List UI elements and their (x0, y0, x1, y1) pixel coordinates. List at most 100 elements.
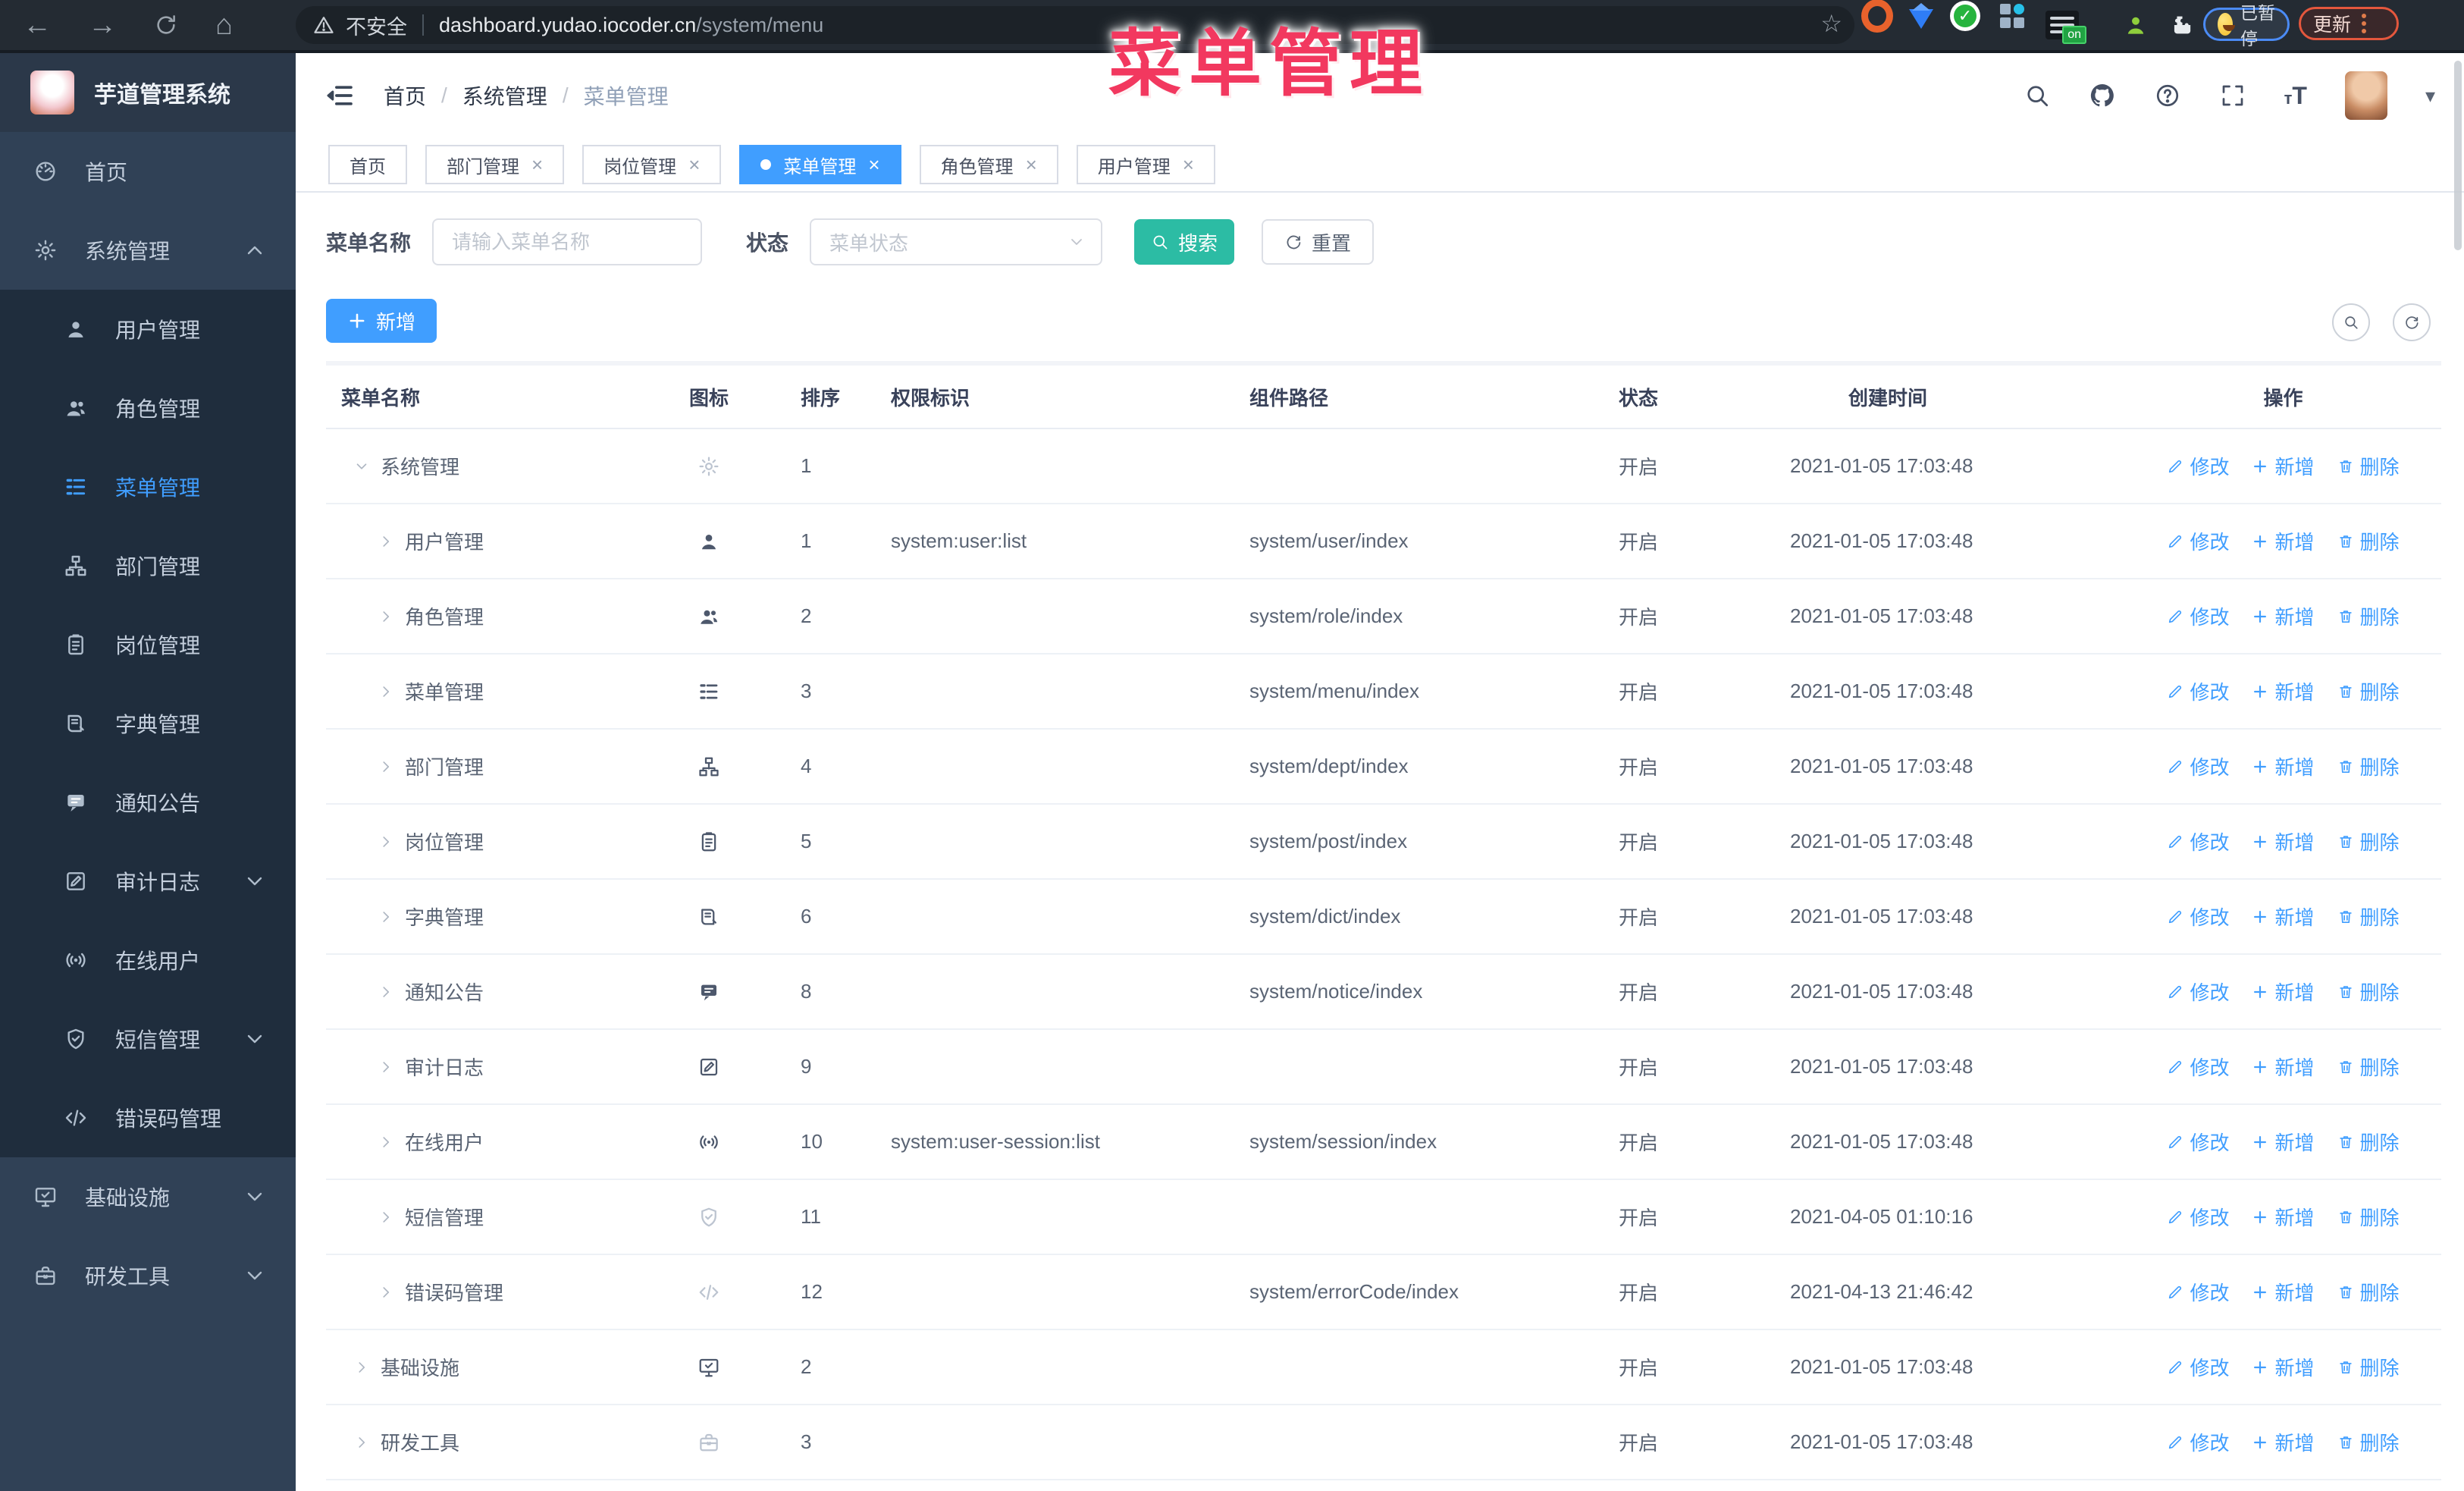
extension-gem-icon[interactable] (1905, 0, 1937, 32)
breadcrumb-item[interactable]: 系统管理 (462, 80, 547, 111)
sidebar-item-系统管理[interactable]: 系统管理 (0, 211, 296, 290)
forward-icon[interactable]: → (88, 9, 117, 42)
edit-link[interactable]: 修改 (2167, 1128, 2229, 1156)
sidebar-item-在线用户[interactable]: 在线用户 (0, 921, 296, 1000)
add-link[interactable]: 新增 (2252, 677, 2315, 705)
delete-link[interactable]: 删除 (2337, 1428, 2400, 1456)
security-label[interactable]: 不安全 (346, 11, 407, 40)
add-link[interactable]: 新增 (2252, 902, 2315, 931)
tab-用户管理[interactable]: 用户管理 × (1076, 145, 1215, 184)
delete-link[interactable]: 删除 (2337, 752, 2400, 780)
delete-link[interactable]: 删除 (2337, 1128, 2400, 1156)
delete-link[interactable]: 删除 (2337, 1203, 2400, 1231)
home-icon[interactable]: ⌂ (215, 9, 233, 42)
chevron-right-icon[interactable] (378, 833, 394, 850)
edit-link[interactable]: 修改 (2167, 1053, 2229, 1081)
search-button[interactable]: 搜索 (1134, 219, 1235, 265)
menu-name-input[interactable] (432, 218, 703, 265)
address-bar[interactable]: 不安全 dashboard.yudao.iocoder.cn /system/m… (296, 6, 1854, 44)
edit-link[interactable]: 修改 (2167, 902, 2229, 931)
delete-link[interactable]: 删除 (2337, 452, 2400, 480)
sidebar-item-岗位管理[interactable]: 岗位管理 (0, 605, 296, 684)
add-link[interactable]: 新增 (2252, 827, 2315, 855)
tab-首页[interactable]: 首页 (328, 145, 407, 184)
close-icon[interactable]: × (688, 153, 700, 177)
delete-link[interactable]: 删除 (2337, 1278, 2400, 1306)
chevron-right-icon[interactable] (378, 909, 394, 925)
sidebar-item-字典管理[interactable]: 字典管理 (0, 684, 296, 763)
extensions-puzzle-icon[interactable] (2167, 0, 2193, 50)
extension-check-icon[interactable]: ✓ (1949, 0, 1981, 32)
delete-link[interactable]: 删除 (2337, 677, 2400, 705)
add-link[interactable]: 新增 (2252, 527, 2315, 555)
chevron-right-icon[interactable] (353, 1359, 370, 1376)
chevron-right-icon[interactable] (378, 533, 394, 550)
github-icon[interactable] (2089, 82, 2116, 109)
chevron-right-icon[interactable] (378, 1134, 394, 1150)
close-icon[interactable]: × (1183, 153, 1194, 177)
chevron-right-icon[interactable] (378, 1209, 394, 1226)
add-button[interactable]: 新增 (326, 299, 437, 343)
close-icon[interactable]: × (531, 153, 543, 177)
edit-link[interactable]: 修改 (2167, 677, 2229, 705)
sidebar-item-短信管理[interactable]: 短信管理 (0, 1000, 296, 1078)
sidebar-item-用户管理[interactable]: 用户管理 (0, 290, 296, 369)
edit-link[interactable]: 修改 (2167, 752, 2229, 780)
sidebar-item-部门管理[interactable]: 部门管理 (0, 526, 296, 605)
chevron-right-icon[interactable] (353, 1434, 370, 1451)
close-icon[interactable]: × (868, 153, 879, 177)
reset-button[interactable]: 重置 (1262, 219, 1375, 265)
bookmark-star-icon[interactable]: ☆ (1820, 9, 1842, 38)
app-logo[interactable]: 芋道管理系统 (0, 53, 296, 132)
scrollbar[interactable] (2454, 61, 2462, 250)
sidebar-item-错误码管理[interactable]: 错误码管理 (0, 1078, 296, 1157)
breadcrumb-item[interactable]: 首页 (384, 80, 426, 111)
sidebar-item-首页[interactable]: 首页 (0, 132, 296, 211)
extension-person-icon[interactable] (2123, 0, 2149, 50)
back-icon[interactable]: ← (23, 9, 52, 42)
sidebar-item-菜单管理[interactable]: 菜单管理 (0, 447, 296, 526)
sidebar-item-角色管理[interactable]: 角色管理 (0, 369, 296, 447)
add-link[interactable]: 新增 (2252, 452, 2315, 480)
search-icon[interactable] (2024, 82, 2051, 109)
chevron-right-icon[interactable] (378, 683, 394, 700)
avatar[interactable] (2344, 71, 2387, 120)
chevron-right-icon[interactable] (378, 608, 394, 625)
fullscreen-icon[interactable] (2219, 82, 2246, 109)
delete-link[interactable]: 删除 (2337, 978, 2400, 1006)
edit-link[interactable]: 修改 (2167, 602, 2229, 630)
chevron-right-icon[interactable] (378, 1059, 394, 1075)
edit-link[interactable]: 修改 (2167, 1203, 2229, 1231)
extension-list-icon[interactable]: on (2045, 0, 2086, 50)
kebab-menu-icon[interactable] (2362, 14, 2367, 33)
edit-link[interactable]: 修改 (2167, 1278, 2229, 1306)
edit-link[interactable]: 修改 (2167, 1428, 2229, 1456)
delete-link[interactable]: 删除 (2337, 1353, 2400, 1381)
refresh-table-button[interactable] (2393, 303, 2431, 341)
delete-link[interactable]: 删除 (2337, 827, 2400, 855)
delete-link[interactable]: 删除 (2337, 602, 2400, 630)
chevron-right-icon[interactable] (378, 758, 394, 775)
delete-link[interactable]: 删除 (2337, 902, 2400, 931)
sidebar-item-通知公告[interactable]: 通知公告 (0, 763, 296, 842)
add-link[interactable]: 新增 (2252, 1053, 2315, 1081)
sidebar-item-研发工具[interactable]: 研发工具 (0, 1236, 296, 1315)
add-link[interactable]: 新增 (2252, 1353, 2315, 1381)
hamburger-icon[interactable] (324, 80, 355, 111)
chevron-right-icon[interactable] (378, 984, 394, 1000)
tab-菜单管理[interactable]: 菜单管理 × (739, 145, 901, 184)
chevron-down-icon[interactable]: ▾ (2425, 84, 2435, 108)
chevron-down-icon[interactable] (353, 458, 370, 475)
add-link[interactable]: 新增 (2252, 1428, 2315, 1456)
paused-badge[interactable]: 已暂停 (2203, 3, 2290, 49)
font-size-icon[interactable]: тT (2284, 82, 2307, 110)
extension-grid-icon[interactable] (1996, 0, 2028, 32)
add-link[interactable]: 新增 (2252, 978, 2315, 1006)
delete-link[interactable]: 删除 (2337, 1053, 2400, 1081)
delete-link[interactable]: 删除 (2337, 527, 2400, 555)
add-link[interactable]: 新增 (2252, 602, 2315, 630)
edit-link[interactable]: 修改 (2167, 827, 2229, 855)
update-button[interactable]: 更新 (2299, 7, 2399, 40)
edit-link[interactable]: 修改 (2167, 527, 2229, 555)
chevron-right-icon[interactable] (378, 1284, 394, 1301)
